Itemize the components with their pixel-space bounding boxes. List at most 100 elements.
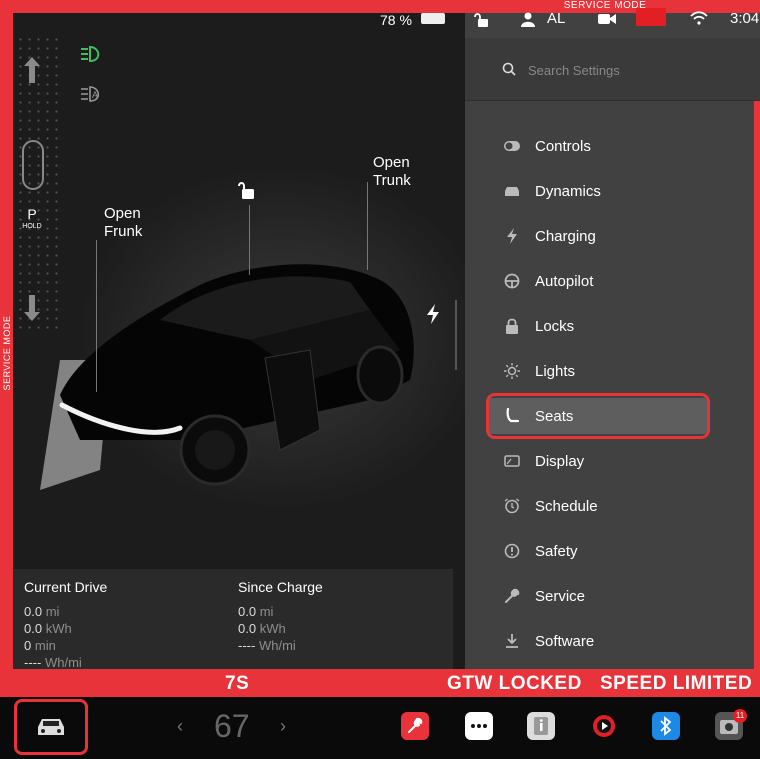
menu-item-dynamics[interactable]: Dynamics <box>487 173 709 209</box>
current-drive-efficiency-value: ---- <box>24 655 42 670</box>
bluetooth-app-button[interactable] <box>652 712 680 740</box>
menu-item-display[interactable]: Display <box>487 443 709 479</box>
battery-percent: 78 % <box>380 12 412 28</box>
current-drive-energy-unit: kWh <box>45 621 72 636</box>
menu-label: Schedule <box>535 497 598 515</box>
since-charge-distance-unit: mi <box>259 604 274 619</box>
current-drive-time: 0 min <box>24 637 107 654</box>
menu-label: Lights <box>535 362 576 380</box>
menu-item-charging[interactable]: Charging <box>487 218 709 254</box>
alert-icon <box>503 542 521 560</box>
current-drive-energy-value: 0.0 <box>24 621 43 636</box>
trunk-callout-line <box>367 182 368 270</box>
open-frunk-button[interactable]: Open Frunk <box>104 205 142 241</box>
lock-callout-line <box>249 205 250 275</box>
open-trunk-label-2: Trunk <box>373 172 411 189</box>
menu-label: Display <box>535 452 585 470</box>
current-drive-stats: Current Drive 0.0 mi 0.0 kWh 0 min ---- … <box>24 579 107 671</box>
open-trunk-label-1: Open <box>373 154 410 171</box>
since-charge-distance-value: 0.0 <box>238 604 257 619</box>
open-frunk-label-1: Open <box>104 205 141 222</box>
play-icon <box>593 715 615 737</box>
since-charge-energy: 0.0 kWh <box>238 620 323 637</box>
speed-status: SPEED LIMITED <box>600 673 753 694</box>
svg-text:A: A <box>92 90 98 100</box>
headlight-icon[interactable] <box>80 44 106 64</box>
menu-item-service[interactable]: Service <box>487 578 709 614</box>
manual-icon <box>534 717 548 735</box>
dashcam-icon[interactable] <box>598 12 616 26</box>
since-charge-efficiency: ---- Wh/mi <box>238 637 323 654</box>
charge-port-icon[interactable] <box>425 304 441 324</box>
current-drive-time-unit: min <box>34 638 56 653</box>
since-charge-energy-value: 0.0 <box>238 621 257 636</box>
menu-item-controls[interactable]: Controls <box>487 128 709 164</box>
since-charge-distance: 0.0 mi <box>238 603 323 620</box>
bolt-icon <box>503 227 521 245</box>
car-icon <box>38 719 64 735</box>
profile-icon[interactable] <box>520 11 536 27</box>
open-frunk-label-2: Frunk <box>104 223 143 240</box>
menu-label: Autopilot <box>535 272 594 290</box>
drive-arrow-down-icon[interactable] <box>24 295 40 321</box>
menu-item-lights[interactable]: Lights <box>487 353 709 389</box>
menu-label: Software <box>535 632 595 650</box>
gateway-status: GTW LOCKED <box>447 673 582 694</box>
trip-stats: Current Drive 0.0 mi 0.0 kWh 0 min ---- … <box>13 569 453 671</box>
service-app-button[interactable] <box>401 712 429 740</box>
download-icon <box>503 632 521 650</box>
wrench-icon <box>503 587 521 605</box>
bottom-dock <box>0 697 760 759</box>
menu-item-schedule[interactable]: Schedule <box>487 488 709 524</box>
menu-label: Service <box>535 587 586 605</box>
vehicle-illustration <box>40 264 414 490</box>
mini-car-icon <box>22 140 44 190</box>
temp-down-button[interactable]: ‹ <box>177 716 183 737</box>
current-drive-time-value: 0 <box>24 638 32 653</box>
menu-item-locks[interactable]: Locks <box>487 308 709 344</box>
menu-item-safety[interactable]: Safety <box>487 533 709 569</box>
wifi-icon[interactable] <box>690 11 708 25</box>
unlock-icon[interactable] <box>238 180 256 200</box>
service-mode-banner-left: SERVICE MODE <box>2 315 12 391</box>
lock-status-icon[interactable] <box>474 12 490 28</box>
service-mode-frame-right <box>754 0 760 697</box>
recording-indicator <box>636 8 666 26</box>
more-apps-button[interactable] <box>465 712 493 740</box>
display-icon <box>503 452 521 470</box>
since-charge-title: Since Charge <box>238 579 323 595</box>
since-charge-stats: Since Charge 0.0 mi 0.0 kWh ---- Wh/mi <box>238 579 323 654</box>
clock: 3:04 <box>730 10 760 27</box>
menu-label: Dynamics <box>535 182 601 200</box>
battery-icon <box>421 13 445 24</box>
clock-icon <box>503 497 521 515</box>
temperature-display[interactable]: 67 <box>214 708 250 745</box>
temp-up-button[interactable]: › <box>280 716 286 737</box>
menu-item-software[interactable]: Software <box>487 623 709 659</box>
current-drive-efficiency-unit: Wh/mi <box>44 655 82 670</box>
menu-item-autopilot[interactable]: Autopilot <box>487 263 709 299</box>
menu-label: Charging <box>535 227 596 245</box>
menu-label: Locks <box>535 317 575 335</box>
auto-headlight-icon[interactable]: A <box>80 84 106 104</box>
frunk-callout-line <box>96 240 97 392</box>
car-icon <box>503 182 521 200</box>
menu-label: Controls <box>535 137 591 155</box>
since-charge-efficiency-value: ---- <box>238 638 256 653</box>
manual-app-button[interactable] <box>527 712 555 740</box>
profile-name[interactable]: AL <box>547 10 565 27</box>
settings-search-input[interactable] <box>526 58 730 82</box>
since-charge-efficiency-unit: Wh/mi <box>258 638 296 653</box>
panel-scrollbar[interactable] <box>455 300 457 370</box>
current-drive-distance: 0.0 mi <box>24 603 107 620</box>
search-icon <box>502 62 516 76</box>
ellipsis-icon <box>471 724 487 728</box>
hold-indicator: HOLD <box>22 223 42 230</box>
sun-icon <box>503 362 521 380</box>
drive-arrow-up-icon[interactable] <box>24 57 40 83</box>
media-app-button[interactable] <box>590 712 618 740</box>
open-trunk-button[interactable]: Open Trunk <box>373 154 411 190</box>
menu-label: Safety <box>535 542 578 560</box>
current-drive-title: Current Drive <box>24 579 108 595</box>
seats-highlight-outline <box>486 393 710 439</box>
